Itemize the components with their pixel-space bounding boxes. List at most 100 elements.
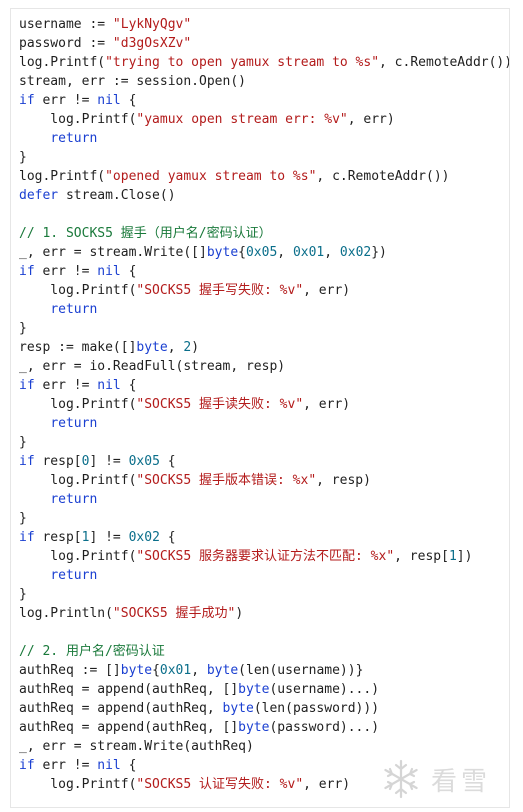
code-token: if (19, 454, 35, 469)
code-token: byte (238, 720, 270, 735)
code-line: authReq = append(authReq, byte(len(passw… (19, 699, 509, 718)
code-token: log.Printf( (19, 397, 137, 412)
code-token: authReq = append(authReq, [] (19, 682, 239, 697)
code-token: { (238, 245, 246, 260)
code-line: log.Println("SOCKS5 握手成功") (19, 604, 509, 623)
code-token: { (120, 378, 137, 393)
code-token: defer (19, 188, 59, 203)
code-token: } (19, 435, 27, 450)
code-token: if (19, 378, 35, 393)
code-line: // 1. SOCKS5 握手（用户名/密码认证） (19, 224, 509, 243)
code-token: , (167, 340, 184, 355)
code-line: _, err = stream.Write(authReq) (19, 737, 509, 756)
code-line: resp := make([]byte, 2) (19, 338, 509, 357)
code-token: // 1. SOCKS5 握手（用户名/密码认证） (19, 226, 272, 241)
code-token: 0x02 (339, 245, 372, 260)
code-token: return (50, 492, 98, 507)
code-token: , c.RemoteAddr()) (379, 55, 510, 70)
code-token: authReq = append(authReq, [] (19, 720, 239, 735)
code-line: } (19, 509, 509, 528)
snowflake-logo-icon (384, 759, 418, 799)
code-token: , resp[ (394, 549, 449, 564)
code-token: _, err = io.ReadFull(stream, resp) (19, 359, 286, 374)
code-token: authReq = append(authReq, (19, 701, 223, 716)
code-token: { (120, 758, 137, 773)
code-token: }) (371, 245, 387, 260)
code-line: return (19, 490, 509, 509)
code-token: authReq := [] (19, 663, 121, 678)
code-token: resp[ (34, 530, 82, 545)
code-line: log.Printf("SOCKS5 握手写失败: %v", err) (19, 281, 509, 300)
code-token: nil (97, 264, 121, 279)
code-content: username := "LykNyQgv" password := "d3gOs… (19, 15, 509, 794)
code-line: if resp[0] != 0x05 { (19, 452, 509, 471)
code-line: log.Printf("opened yamux stream to %s", … (19, 167, 509, 186)
code-line: return (19, 129, 509, 148)
code-token: { (152, 663, 160, 678)
code-token: byte (120, 663, 153, 678)
code-token: "SOCKS5 握手写失败: %v" (136, 283, 304, 298)
code-token: "yamux open stream err: %v" (136, 112, 348, 127)
code-token: if (19, 758, 35, 773)
code-token: byte (136, 340, 168, 355)
code-token: "trying to open yamux stream to %s" (105, 55, 380, 70)
code-token: } (19, 587, 27, 602)
code-token: if (19, 93, 35, 108)
code-token: ]) (456, 549, 473, 564)
code-line: defer stream.Close() (19, 186, 509, 205)
code-token: log.Printf( (19, 283, 137, 298)
code-token: log.Printf( (19, 473, 137, 488)
code-token: (len(username))} (238, 663, 364, 678)
code-token: _, err = stream.Write(authReq) (19, 739, 254, 754)
code-token: return (50, 131, 98, 146)
code-token: err != (34, 378, 98, 393)
code-token: 0x01 (159, 663, 192, 678)
code-token: { (159, 530, 176, 545)
code-line: stream, err := session.Open() (19, 72, 509, 91)
code-token: log.Printf( (19, 55, 106, 70)
code-token: _, err = stream.Write([] (19, 245, 207, 260)
watermark-text: 看雪 (430, 766, 491, 797)
code-line: log.Printf("SOCKS5 握手读失败: %v", err) (19, 395, 509, 414)
code-token: , c.RemoteAddr()) (316, 169, 450, 184)
code-block: username := "LykNyQgv" password := "d3gOs… (10, 8, 510, 808)
code-line: if err != nil { (19, 91, 509, 110)
code-token: nil (97, 378, 121, 393)
code-line: authReq = append(authReq, []byte(passwor… (19, 718, 509, 737)
code-token: "SOCKS5 服务器要求认证方法不匹配: %x" (136, 549, 395, 564)
code-token: username := (19, 17, 113, 32)
code-line: } (19, 148, 509, 167)
code-token: // 2. 用户名/密码认证 (19, 644, 165, 659)
code-token: , (324, 245, 340, 260)
code-line: _, err = io.ReadFull(stream, resp) (19, 357, 509, 376)
code-token: } (19, 321, 27, 336)
code-token: return (50, 416, 98, 431)
code-token: , resp) (316, 473, 371, 488)
code-token: "opened yamux stream to %s" (105, 169, 317, 184)
code-token: stream.Close() (58, 188, 176, 203)
code-line: log.Printf("trying to open yamux stream … (19, 53, 509, 72)
code-token: , err) (303, 397, 351, 412)
code-token: "SOCKS5 握手读失败: %v" (136, 397, 304, 412)
code-token: byte (206, 245, 239, 260)
code-token: 0x05 (245, 245, 278, 260)
code-line: username := "LykNyQgv" (19, 15, 509, 34)
code-token: (password)...) (269, 720, 380, 735)
code-token: log.Printf( (19, 549, 137, 564)
code-token: "d3gOsXZv" (112, 36, 192, 51)
code-token: log.Println( (19, 606, 113, 621)
code-token: 0x05 (128, 454, 160, 469)
code-token: byte (206, 663, 239, 678)
code-token: "SOCKS5 握手版本错误: %x" (136, 473, 317, 488)
code-token: "SOCKS5 认证写失败: %v" (136, 777, 304, 792)
code-token: log.Printf( (19, 169, 106, 184)
code-token: { (159, 454, 176, 469)
code-token: resp[ (34, 454, 82, 469)
code-token: nil (97, 758, 121, 773)
code-token: byte (238, 682, 270, 697)
code-line: authReq = append(authReq, []byte(usernam… (19, 680, 509, 699)
